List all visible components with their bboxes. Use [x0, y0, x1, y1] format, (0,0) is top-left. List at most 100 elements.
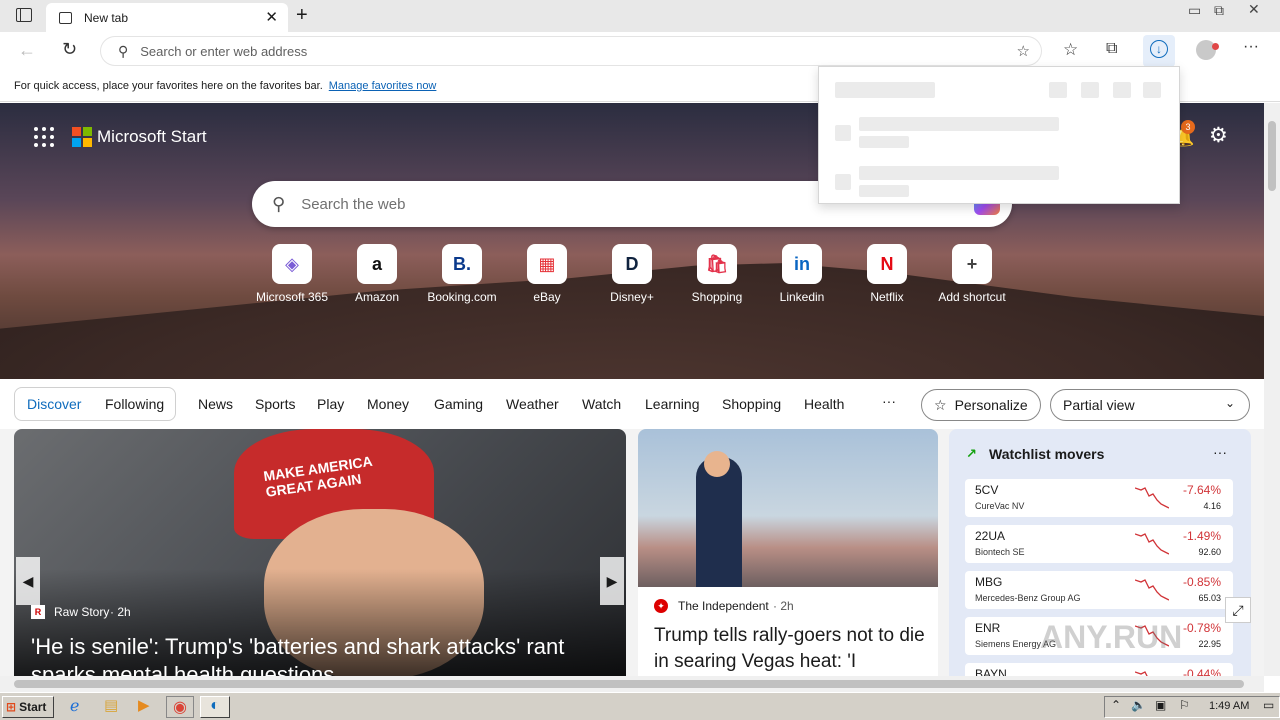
stock-price: 22.95 [1198, 639, 1221, 649]
more-options-icon[interactable] [1113, 82, 1131, 98]
carousel-prev-button[interactable]: ◀ [16, 557, 40, 605]
downloads-panel [818, 66, 1180, 204]
shortcut-4[interactable]: D Disney+ [592, 244, 672, 304]
nav-item[interactable]: News [198, 396, 233, 412]
stock-change: -0.85% [1182, 575, 1221, 589]
favorites-icon[interactable]: ☆ [1063, 40, 1078, 60]
shortcut-8[interactable]: + Add shortcut [932, 244, 1012, 304]
address-bar[interactable]: ⚲ Search or enter web address ☆ [100, 36, 1042, 66]
minimize-icon[interactable]: ▭ [1188, 2, 1201, 19]
stock-price: 65.03 [1198, 593, 1221, 603]
shortcut-7[interactable]: N Netflix [847, 244, 927, 304]
nav-item[interactable]: Health [804, 396, 844, 412]
show-desktop-icon[interactable]: ▭ [1263, 698, 1274, 712]
shortcut-6[interactable]: in Linkedin [762, 244, 842, 304]
shortcut-icon: ◈ [272, 244, 312, 284]
stock-ticker: ENR [975, 621, 1001, 635]
stock-row[interactable]: BAYN -0.44% [965, 663, 1233, 676]
media-player-icon[interactable]: ▶ [138, 696, 150, 718]
tab-new-tab[interactable]: New tab ✕ [46, 3, 288, 32]
shortcut-label: eBay [533, 290, 561, 304]
vertical-scrollbar[interactable] [1264, 103, 1280, 676]
stock-ticker: 5CV [975, 483, 999, 497]
feed-navigation: Discover Following News Sports Play Money Ga… [0, 379, 1264, 429]
network-icon[interactable]: ▣ [1155, 698, 1166, 712]
system-tray: ⌃ 🔈 ▣ ⚐ 1:49 AM ▭ [1104, 696, 1280, 718]
shortcut-icon: a [357, 244, 397, 284]
carousel-next-button[interactable]: ▶ [600, 557, 624, 605]
back-icon[interactable]: ← [18, 40, 36, 61]
close-window-icon[interactable]: ✕ [1248, 1, 1260, 18]
shortcut-5[interactable]: 🛍 Shopping [677, 244, 757, 304]
microsoft-logo-icon [72, 127, 92, 147]
notification-badge: 3 [1181, 120, 1195, 134]
add-favorite-icon[interactable]: ☆ [1017, 42, 1030, 60]
stock-row[interactable]: 5CV CureVac NV -7.64% 4.16 [965, 479, 1233, 517]
settings-menu-icon[interactable]: ··· [1243, 38, 1259, 56]
nav-item[interactable]: Weather [506, 396, 559, 412]
more-categories-icon[interactable]: ··· [882, 393, 896, 409]
stock-row[interactable]: 22UA Biontech SE -1.49% 92.60 [965, 525, 1233, 563]
search-downloads-icon[interactable] [1081, 82, 1099, 98]
ie-icon[interactable]: ℯ [70, 696, 79, 718]
clock[interactable]: 1:49 AM [1209, 700, 1249, 712]
card1-headline[interactable]: 'He is senile': Trump's 'batteries and s… [31, 633, 611, 676]
nav-item[interactable]: Play [317, 396, 344, 412]
apps-launcher-icon[interactable] [34, 127, 54, 147]
expand-icon[interactable]: ⤢ [1225, 597, 1251, 623]
stock-change: -7.64% [1182, 483, 1221, 497]
horizontal-scrollbar[interactable] [0, 676, 1264, 692]
stock-row[interactable]: MBG Mercedes-Benz Group AG -0.85% 65.03 [965, 571, 1233, 609]
shortcut-icon: D [612, 244, 652, 284]
chrome-icon[interactable]: ◉ [166, 696, 194, 718]
nav-item[interactable]: Gaming [434, 396, 483, 412]
vertical-scroll-thumb[interactable] [1268, 121, 1276, 191]
sparkline-icon [1135, 487, 1169, 509]
close-tab-icon[interactable]: ✕ [265, 8, 278, 26]
tab-following[interactable]: Following [105, 396, 164, 412]
stock-ticker: MBG [975, 575, 1003, 589]
open-folder-icon[interactable] [1049, 82, 1067, 98]
tray-expand-icon[interactable]: ⌃ [1111, 698, 1121, 712]
page-settings-icon[interactable]: ⚙ [1209, 123, 1228, 148]
tab-actions-icon[interactable] [16, 8, 32, 22]
flag-icon[interactable]: ⚐ [1179, 698, 1190, 712]
pin-icon[interactable] [1143, 82, 1161, 98]
collections-icon[interactable]: ⧉ [1106, 40, 1117, 58]
personalize-button[interactable]: ☆ Personalize [921, 389, 1041, 421]
nav-item[interactable]: Shopping [722, 396, 781, 412]
nav-item[interactable]: Money [367, 396, 409, 412]
profile-avatar[interactable] [1196, 40, 1219, 60]
edge-icon[interactable]: ◐ [200, 696, 230, 718]
card1-source: Raw Story [54, 605, 110, 619]
shortcut-1[interactable]: a Amazon [337, 244, 417, 304]
view-select[interactable]: Partial view ⌄ [1050, 389, 1250, 421]
explorer-icon[interactable]: ▤ [104, 696, 118, 718]
tab-discover[interactable]: Discover [27, 396, 81, 412]
news-card-main[interactable]: MAKE AMERICA GREAT AGAIN ◀ ▶ R Raw Story… [14, 429, 626, 676]
volume-icon[interactable]: 🔈 [1131, 698, 1146, 712]
card2-headline[interactable]: Trump tells rally-goers not to die in se… [654, 623, 930, 675]
refresh-icon[interactable]: ↻ [62, 39, 77, 60]
brand-title[interactable]: Microsoft Start [97, 127, 207, 147]
restore-icon[interactable]: ⧉ [1214, 2, 1224, 19]
watermark: ANY.RUN [1040, 619, 1183, 655]
downloads-button[interactable]: ↓ [1143, 35, 1175, 67]
nav-item[interactable]: Learning [645, 396, 700, 412]
manage-favorites-link[interactable]: Manage favorites now [329, 80, 437, 92]
stock-name: Biontech SE [975, 547, 1025, 557]
shortcut-2[interactable]: B. Booking.com [422, 244, 502, 304]
shortcut-icon: B. [442, 244, 482, 284]
web-search-placeholder: Search the web [301, 195, 406, 213]
start-button[interactable]: ⊞ Start [2, 696, 54, 718]
watchlist-more-icon[interactable]: ··· [1213, 444, 1227, 460]
shortcut-label: Microsoft 365 [255, 290, 329, 304]
nav-item[interactable]: Watch [582, 396, 621, 412]
horizontal-scroll-thumb[interactable] [14, 680, 1244, 688]
shortcut-3[interactable]: ▦ eBay [507, 244, 587, 304]
new-tab-icon[interactable]: + [296, 4, 308, 27]
nav-item[interactable]: Sports [255, 396, 295, 412]
watchlist-title: Watchlist movers [989, 446, 1105, 462]
shortcut-0[interactable]: ◈ Microsoft 365 [252, 244, 332, 304]
news-card-secondary[interactable]: ✦ The Independent · 2h Trump tells rally… [638, 429, 938, 676]
